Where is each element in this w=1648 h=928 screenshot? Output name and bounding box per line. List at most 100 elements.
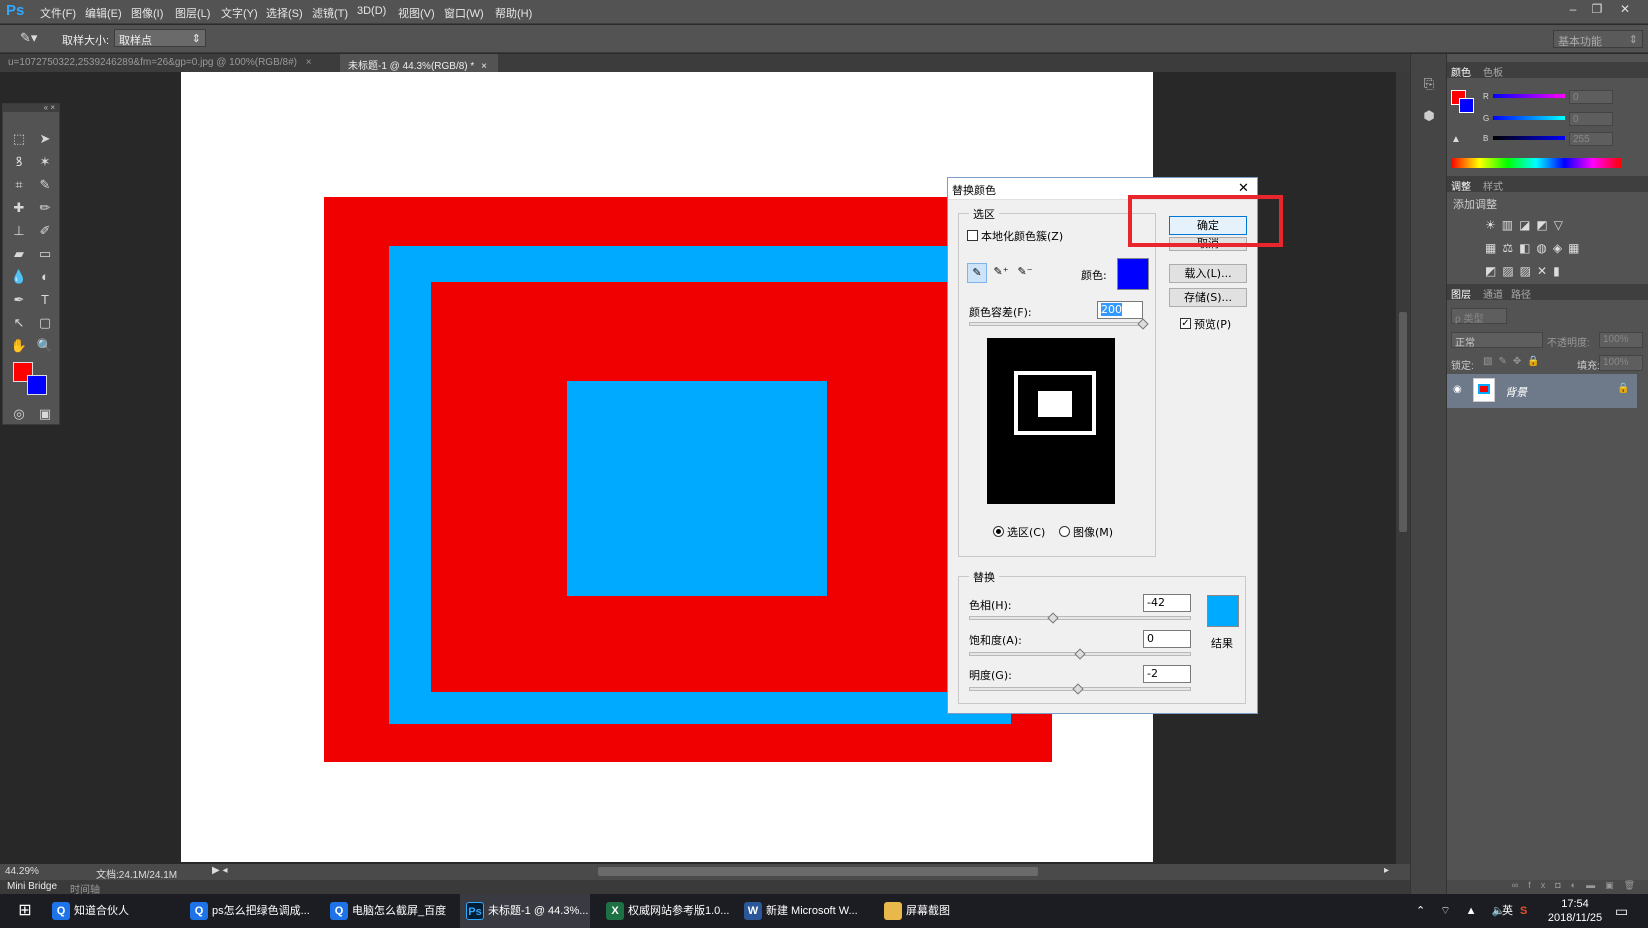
- tab-jpg-document[interactable]: u=1072750322,2539246289&fm=26&gp=0.jpg @…: [0, 54, 340, 72]
- healing-brush-icon[interactable]: ✚: [8, 198, 30, 218]
- path-select-icon[interactable]: ↖: [8, 313, 30, 333]
- eyedropper-minus-icon[interactable]: ✎⁻: [1015, 263, 1035, 283]
- r-slider[interactable]: [1493, 94, 1565, 98]
- color-spectrum[interactable]: [1451, 158, 1621, 168]
- lightness-input[interactable]: -2: [1143, 665, 1191, 683]
- tab-styles[interactable]: 样式: [1483, 178, 1503, 193]
- restore-button[interactable]: ❐: [1586, 2, 1608, 18]
- tab-adjustments[interactable]: 调整: [1451, 178, 1471, 193]
- save-button[interactable]: 存储(S)...: [1169, 288, 1247, 307]
- zoom-tool-icon[interactable]: 🔍: [34, 336, 56, 356]
- b-value[interactable]: 255: [1569, 132, 1613, 146]
- taskbar-item-browser-1[interactable]: Qps怎么把绿色调成...: [190, 894, 310, 928]
- load-button[interactable]: 载入(L)...: [1169, 264, 1247, 283]
- 3d-cube-icon[interactable]: ⬢: [1419, 108, 1439, 128]
- fuzziness-slider[interactable]: [969, 322, 1143, 326]
- lasso-tool-icon[interactable]: ꝸ: [8, 152, 30, 172]
- eyedropper-icon[interactable]: ✎▾: [20, 30, 37, 46]
- workspace-select[interactable]: 基本功能 ⇕: [1553, 30, 1643, 48]
- lock-icons[interactable]: ▧✎✥🔒: [1483, 356, 1546, 367]
- tab-color[interactable]: 颜色: [1451, 64, 1471, 79]
- selection-color-swatch[interactable]: [1117, 258, 1149, 290]
- hue-input[interactable]: -42: [1143, 594, 1191, 612]
- taskbar-item-excel[interactable]: X 权威网站参考版1.0...: [606, 894, 729, 928]
- tray-language[interactable]: 英: [1502, 894, 1513, 928]
- dialog-close-icon[interactable]: ✕: [1238, 181, 1249, 196]
- saturation-slider-thumb[interactable]: [1074, 648, 1086, 660]
- vertical-scrollbar[interactable]: [1396, 72, 1410, 864]
- menu-type[interactable]: 文字(Y): [221, 5, 258, 21]
- vertical-scroll-thumb[interactable]: [1399, 312, 1407, 532]
- taskbar-item-zhidao[interactable]: Q 知道合伙人: [52, 894, 129, 928]
- g-value[interactable]: 0: [1569, 112, 1613, 126]
- color-bg-swatch[interactable]: [1459, 98, 1474, 113]
- gradient-tool-icon[interactable]: ▭: [34, 244, 56, 264]
- menu-filter[interactable]: 滤镜(T): [312, 5, 348, 21]
- screen-mode-icon[interactable]: ▣: [34, 404, 56, 424]
- menu-3d[interactable]: 3D(D): [357, 5, 386, 17]
- pen-tool-icon[interactable]: ✒: [8, 290, 30, 310]
- tab-mini-bridge[interactable]: Mini Bridge: [7, 881, 57, 892]
- tray-input-icon[interactable]: S: [1520, 894, 1527, 928]
- tab-paths[interactable]: 路径: [1511, 286, 1531, 301]
- tab-swatches[interactable]: 色板: [1483, 64, 1503, 79]
- horizontal-scroll-thumb[interactable]: [598, 867, 1038, 876]
- g-slider[interactable]: [1493, 116, 1565, 120]
- scroll-right-icon[interactable]: ▸: [1384, 865, 1389, 876]
- menu-image[interactable]: 图像(I): [131, 5, 163, 21]
- eyedropper-tool-icon[interactable]: ✎: [34, 175, 56, 195]
- taskbar-item-screenshot[interactable]: 屏幕截图: [884, 894, 950, 928]
- eye-icon[interactable]: ◉: [1453, 384, 1462, 395]
- hue-slider-thumb[interactable]: [1047, 612, 1059, 624]
- taskbar-item-photoshop[interactable]: Ps 未标题-1 @ 44.3%...: [460, 894, 590, 928]
- radio-selection[interactable]: [993, 526, 1004, 537]
- sample-size-select[interactable]: 取样点 ⇕: [114, 29, 206, 47]
- blend-mode-select[interactable]: 正常: [1451, 332, 1543, 349]
- marquee-tool-icon[interactable]: ⬚: [8, 129, 30, 149]
- close-icon[interactable]: ×: [481, 61, 487, 72]
- zoom-level[interactable]: 44.29%: [5, 866, 39, 877]
- tab-channels[interactable]: 通道: [1483, 286, 1503, 301]
- layer-name[interactable]: 背景: [1505, 384, 1527, 400]
- quick-mask-icon[interactable]: ◎: [8, 404, 30, 424]
- layer-footer-icons[interactable]: ∞fx◘◐▬▣🗑: [1447, 880, 1648, 894]
- windows-start-icon[interactable]: ⊞: [10, 894, 40, 928]
- type-tool-icon[interactable]: T: [34, 290, 56, 310]
- eraser-tool-icon[interactable]: ▰: [8, 244, 30, 264]
- adjustment-icons[interactable]: ☀▥◪◩▽ ▦⚖◧◍◈▦ ◩▨▨✕▮: [1485, 214, 1615, 284]
- move-tool-icon[interactable]: ➤: [34, 129, 56, 149]
- blur-tool-icon[interactable]: 💧: [8, 267, 30, 287]
- tray-icons[interactable]: ⌃ ⌔ ▲ 🔈: [1416, 894, 1511, 928]
- fuzziness-input[interactable]: 200: [1097, 301, 1143, 319]
- fill-value[interactable]: 100%: [1599, 355, 1643, 371]
- status-arrow-icon[interactable]: ▶ ◂: [212, 865, 228, 876]
- menu-file[interactable]: 文件(F): [40, 5, 76, 21]
- taskbar-item-word[interactable]: W 新建 Microsoft W...: [744, 894, 858, 928]
- fuzziness-slider-thumb[interactable]: [1137, 318, 1149, 330]
- b-slider[interactable]: [1493, 136, 1565, 140]
- rectangle-tool-icon[interactable]: ▢: [34, 313, 56, 333]
- hand-tool-icon[interactable]: ✋: [8, 336, 30, 356]
- magic-wand-icon[interactable]: ✶: [34, 152, 56, 172]
- layer-filter-select[interactable]: ρ 类型: [1451, 308, 1507, 325]
- close-window-button[interactable]: ✕: [1614, 2, 1636, 18]
- menu-layer[interactable]: 图层(L): [175, 5, 210, 21]
- notification-icon[interactable]: ▭: [1615, 894, 1628, 928]
- r-value[interactable]: 0: [1569, 90, 1613, 104]
- history-icon[interactable]: ⎘: [1419, 76, 1439, 96]
- menu-edit[interactable]: 编辑(E): [85, 5, 122, 21]
- localized-checkbox[interactable]: [967, 230, 978, 241]
- toolbox-header[interactable]: « ×: [3, 104, 59, 112]
- close-icon[interactable]: ×: [306, 57, 312, 68]
- menu-view[interactable]: 视图(V): [398, 5, 435, 21]
- minimize-button[interactable]: –: [1562, 2, 1584, 18]
- hue-slider[interactable]: [969, 616, 1191, 620]
- menu-help[interactable]: 帮助(H): [495, 5, 532, 21]
- menu-window[interactable]: 窗口(W): [444, 5, 484, 21]
- brush-tool-icon[interactable]: ✏: [34, 198, 56, 218]
- background-color-swatch[interactable]: [27, 375, 47, 395]
- radio-image[interactable]: [1059, 526, 1070, 537]
- dodge-tool-icon[interactable]: ◐: [34, 267, 56, 287]
- lightness-slider-thumb[interactable]: [1072, 683, 1084, 695]
- saturation-input[interactable]: 0: [1143, 630, 1191, 648]
